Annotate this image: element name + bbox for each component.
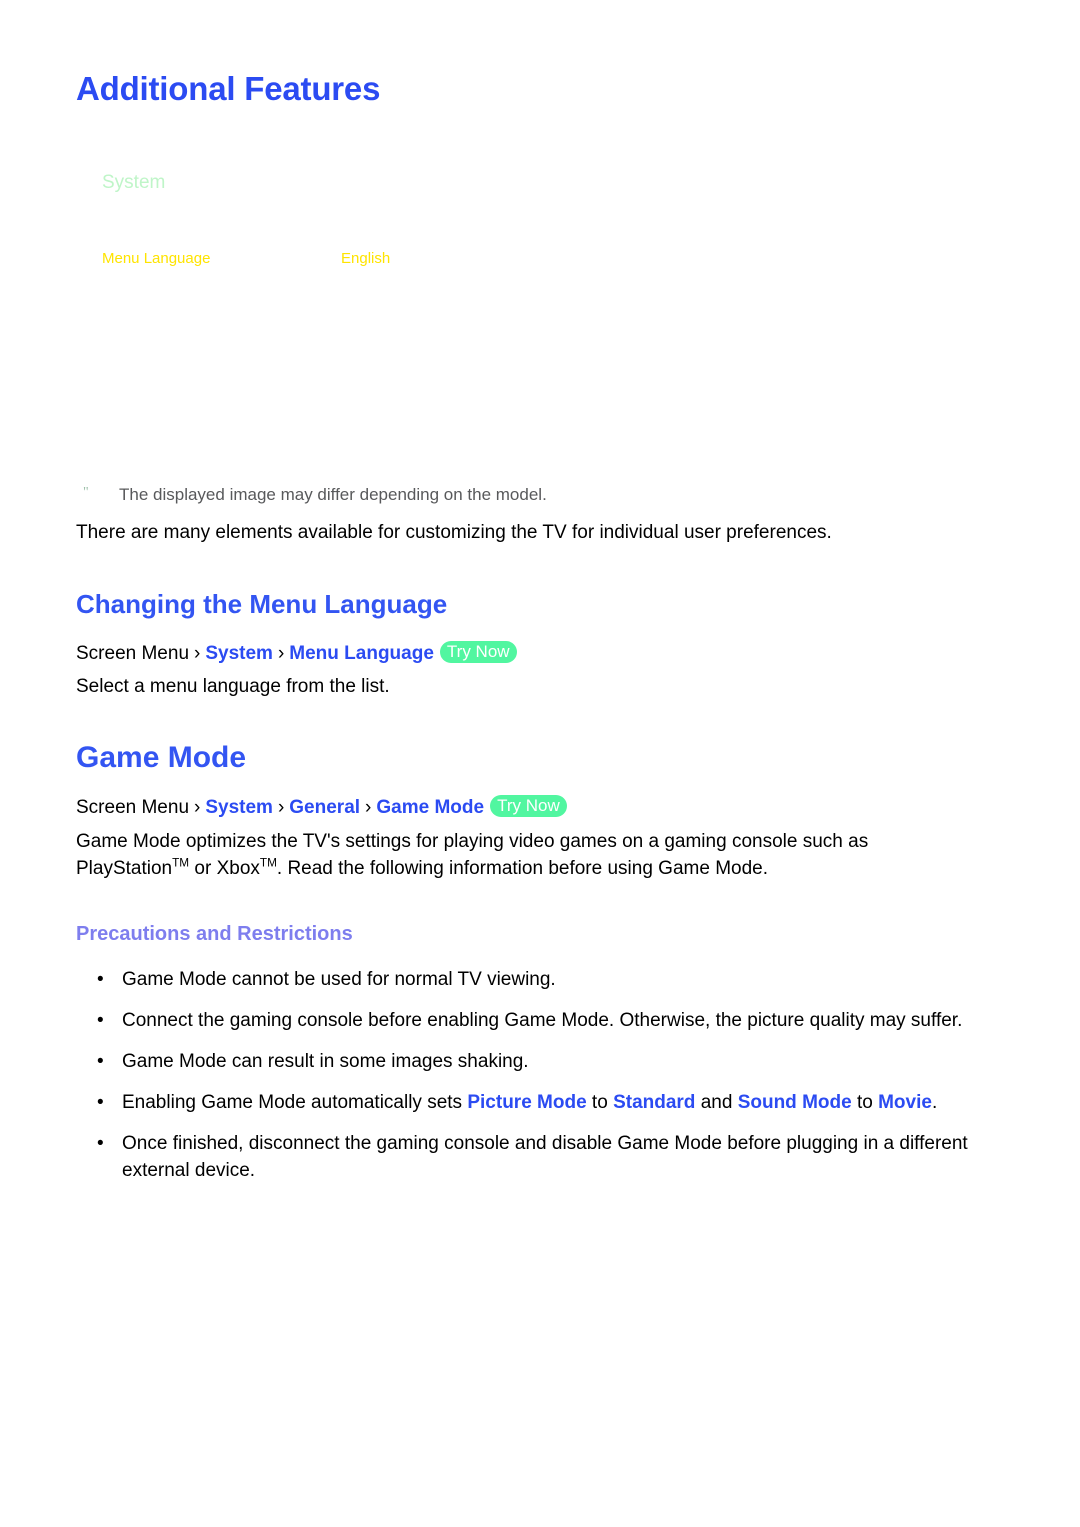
menu-language-body-text: Select a menu language from the list. — [76, 676, 390, 697]
bullet-text: to — [851, 1092, 879, 1113]
bullet-item: • Game Mode cannot be used for normal TV … — [76, 966, 986, 993]
breadcrumb-separator-icon: › — [277, 797, 285, 818]
document-page: Additional Features System Menu Language… — [0, 0, 1080, 1527]
breadcrumb-root: Screen Menu — [76, 797, 190, 818]
bullet-text: Once finished, disconnect the gaming con… — [122, 1133, 968, 1181]
tv-menu-row-value: English — [341, 250, 391, 267]
tv-menu-row-label: Menu Language — [102, 250, 211, 267]
heading-changing-the-menu-language: Changing the Menu Language — [76, 589, 448, 619]
breadcrumb-root: Screen Menu — [76, 643, 190, 664]
breadcrumb-menu-language: Screen Menu › System › Menu Language Try Now — [76, 640, 517, 667]
try-now-badge[interactable]: Try Now — [490, 794, 567, 817]
bullet-text: Game Mode can result in some images shak… — [122, 1051, 529, 1072]
bullet-text: . — [931, 1092, 938, 1113]
bullet-dot-icon: • — [97, 1010, 104, 1031]
bullet-text: Connect the gaming console before enabli… — [122, 1010, 963, 1031]
breadcrumb-node-general[interactable]: General — [289, 797, 360, 818]
note-displayed-image: " The displayed image may differ dependi… — [76, 482, 996, 508]
bullet-item: • Game Mode can result in some images sha… — [76, 1048, 986, 1075]
bullet-text: Enabling Game Mode automatically sets — [122, 1092, 468, 1113]
try-now-badge[interactable]: Try Now — [439, 640, 517, 663]
bullet-dot-icon: • — [97, 1092, 104, 1113]
game-mode-description-part3: . Read the following information before … — [276, 858, 768, 879]
breadcrumb-node-game-mode[interactable]: Game Mode — [376, 797, 484, 818]
heading-game-mode: Game Mode — [76, 741, 247, 774]
breadcrumb-node-system[interactable]: System — [205, 797, 273, 818]
precautions-bullet-list: • Game Mode cannot be used for normal TV … — [76, 966, 986, 1198]
bullet-dot-icon: • — [97, 1051, 104, 1072]
setting-term[interactable]: Standard — [613, 1092, 695, 1113]
game-mode-description-part2: or Xbox — [189, 858, 260, 879]
breadcrumb-separator-icon: › — [194, 797, 201, 818]
breadcrumb-game-mode: Screen Menu › System › General › Game Mode Try … — [76, 794, 567, 821]
intro-paragraph: There are many elements available for cu… — [76, 522, 832, 543]
subheading-precautions-and-restrictions: Precautions and Restrictions — [76, 923, 353, 945]
setting-term[interactable]: Movie — [878, 1092, 932, 1113]
bullet-dot-icon: • — [97, 969, 104, 990]
bullet-dot-icon: • — [97, 1133, 104, 1154]
bullet-text: to — [586, 1092, 614, 1113]
tv-menu-category-system: System — [102, 172, 166, 193]
breadcrumb-node-system[interactable]: System — [205, 643, 273, 664]
breadcrumb-separator-icon: › — [277, 643, 285, 664]
breadcrumb-separator-icon: › — [194, 643, 201, 664]
trademark-symbol: TM — [172, 856, 190, 870]
bullet-text: and — [695, 1092, 738, 1113]
bullet-item: • Connect the gaming console before enabl… — [76, 1007, 986, 1034]
trademark-symbol: TM — [259, 856, 277, 870]
game-mode-description: Game Mode optimizes the TV's settings fo… — [76, 828, 956, 882]
setting-term[interactable]: Sound Mode — [738, 1092, 852, 1113]
page-title: Additional Features — [76, 70, 381, 107]
note-text: The displayed image may differ depending… — [119, 485, 547, 504]
setting-term[interactable]: Picture Mode — [467, 1092, 586, 1113]
tv-menu-row-menu-language: Menu Language English — [102, 250, 642, 272]
bullet-item: • Enabling Game Mode automatically sets P… — [76, 1089, 986, 1116]
tv-menu-illustration: System Menu Language English — [76, 150, 976, 450]
bullet-item: • Once finished, disconnect the gaming co… — [76, 1130, 986, 1184]
breadcrumb-separator-icon: › — [365, 797, 372, 818]
note-marker-icon: " — [83, 485, 89, 500]
breadcrumb-node-menu-language[interactable]: Menu Language — [289, 643, 434, 664]
bullet-text: Game Mode cannot be used for normal TV v… — [122, 969, 556, 990]
